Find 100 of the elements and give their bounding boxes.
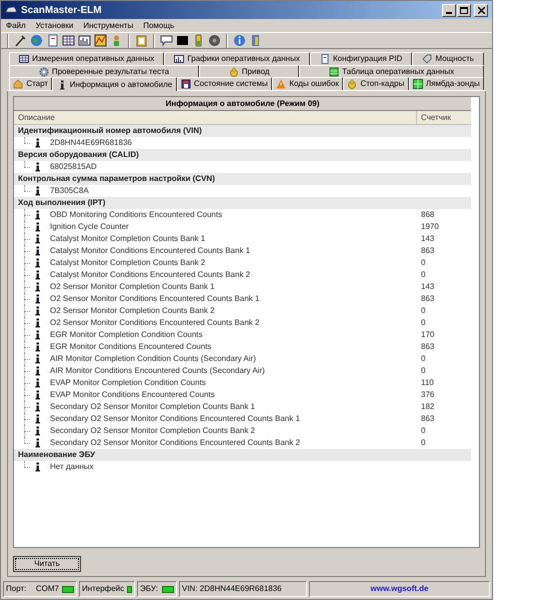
table-cell-text: 68025815AD — [49, 161, 98, 173]
table-cell-text: O2 Sensor Monitor Conditions Encountered Counts Bank 2 — [49, 317, 260, 329]
status-text: VIN: 2D8HN44E69R681836 — [182, 583, 282, 595]
tab[interactable]: Таблица оперативных данных — [299, 65, 484, 78]
tab[interactable]: Состояние системы — [176, 77, 272, 90]
table-cell-text: 170 — [420, 329, 434, 341]
terminal-icon[interactable] — [176, 34, 189, 47]
info-icon — [34, 162, 42, 172]
table-cell-text: 863 — [420, 245, 434, 257]
table-cell-text: Нет данных — [49, 461, 95, 473]
table-cell-text: Secondary O2 Sensor Monitor Completion Counts Bank 2 — [49, 425, 256, 437]
close-icon — [478, 6, 484, 14]
info-icon — [34, 138, 42, 148]
info-icon — [34, 354, 42, 364]
info-icon — [34, 462, 42, 472]
table-cell-text: Secondary O2 Sensor Monitor Conditions Encountered Counts Bank 1 — [49, 413, 301, 425]
window-title: ScanMaster-ELM — [21, 4, 103, 18]
table-cell-text: 143 — [420, 281, 434, 293]
menu-item[interactable]: Файл — [6, 20, 26, 32]
table-cell-text: 0 — [420, 365, 426, 377]
tab[interactable]: Графики оперативных данных — [164, 52, 310, 65]
info-icon — [34, 282, 42, 292]
info-icon — [34, 294, 42, 304]
table-cell-text: EVAP Monitor Completion Condition Counts — [49, 377, 207, 389]
maximize-button[interactable] — [457, 4, 471, 16]
table-cell-text: 0 — [420, 305, 426, 317]
tab[interactable]: Информация о автомобиле — [52, 77, 177, 91]
table-cell-text: 0 — [420, 269, 426, 281]
bar-chart-icon[interactable] — [78, 34, 91, 47]
info-icon — [34, 426, 42, 436]
tab[interactable]: Измерения оперативных данных — [9, 52, 164, 65]
tab[interactable]: Мощность — [412, 52, 484, 65]
clipboard-icon[interactable] — [135, 34, 148, 47]
column-header[interactable]: Счетчик — [417, 111, 471, 124]
info-icon — [34, 330, 42, 340]
table-cell-text: 1970 — [420, 221, 439, 233]
info-icon — [34, 366, 42, 376]
tab[interactable]: Привод — [198, 65, 300, 78]
table-cell-text: 0 — [420, 257, 426, 269]
menu-item[interactable]: Помощь — [143, 20, 174, 32]
column-header[interactable]: Описание — [14, 111, 417, 124]
info-icon — [34, 342, 42, 352]
speech-bubble-icon[interactable] — [160, 34, 173, 47]
info-icon — [34, 186, 42, 196]
table-cell-text: OBD Monitoring Conditions Encountered Counts — [49, 209, 224, 221]
table-cell-text: Catalyst Monitor Conditions Encountered Counts Bank 1 — [49, 245, 252, 257]
table-cell-text: AIR Monitor Completion Condition Counts (Secondary Air) — [49, 353, 257, 365]
colored-chart-icon[interactable] — [94, 34, 107, 47]
status-label: Интерфейс — [82, 583, 124, 595]
menu-item[interactable]: Инструменты — [83, 20, 134, 32]
table-cell-text: O2 Sensor Monitor Conditions Encountered Counts Bank 1 — [49, 293, 260, 305]
tab[interactable]: Лямбда-зонды — [408, 77, 484, 90]
info-icon — [34, 210, 42, 220]
info-icon — [34, 438, 42, 448]
table-cell-text: 863 — [420, 293, 434, 305]
table-cell-text: 182 — [420, 401, 434, 413]
info-icon — [34, 222, 42, 232]
tab[interactable]: Проверенные результаты теста — [9, 65, 199, 78]
section-title: Версия оборудования (CALID) — [18, 149, 139, 161]
document-icon[interactable] — [46, 34, 59, 47]
section-title: Ход выполнения (IPT) — [18, 197, 106, 209]
table-cell-text: 863 — [420, 413, 434, 425]
bar-chart-icon — [174, 54, 184, 64]
info-icon[interactable] — [233, 34, 246, 47]
table-cell-text: Catalyst Monitor Conditions Encountered Counts Bank 2 — [49, 269, 252, 281]
info-icon — [34, 258, 42, 268]
table-cell-text: O2 Sensor Monitor Completion Counts Bank 2 — [49, 305, 216, 317]
table-cell-text: 110 — [420, 377, 434, 389]
gear-icon — [38, 67, 49, 77]
tab[interactable]: Стоп-кадры — [343, 77, 409, 90]
exit-door-icon[interactable] — [249, 34, 262, 47]
table-cell-text: EGR Monitor Completion Condition Counts — [49, 329, 204, 341]
table-cell-text: 0 — [420, 353, 426, 365]
read-button[interactable]: Читать — [13, 556, 81, 572]
wrench-icon[interactable] — [14, 34, 27, 47]
dial-icon[interactable] — [208, 34, 221, 47]
table-cell-text: 863 — [420, 341, 434, 353]
status-label: Порт: — [6, 583, 26, 595]
table-cell-text: Catalyst Monitor Completion Counts Bank 2 — [49, 257, 206, 269]
table-cell-text: O2 Sensor Monitor Completion Counts Bank 1 — [49, 281, 216, 293]
table-cell-text: 0 — [420, 437, 426, 449]
tab[interactable]: Коды ошибок — [272, 77, 344, 90]
table-cell-text: Secondary O2 Sensor Monitor Completion Counts Bank 1 — [49, 401, 256, 413]
minimize-button[interactable] — [442, 4, 456, 16]
table-cell-text: Ignition Cycle Counter — [49, 221, 130, 233]
tab[interactable]: Старт — [9, 77, 52, 90]
table-cell-text: AIR Monitor Conditions Encountered Counts (Secondary Air) — [49, 365, 266, 377]
info-icon — [34, 306, 42, 316]
grid-icon — [412, 79, 423, 89]
table-cell-text: 0 — [420, 317, 426, 329]
tab[interactable]: Конфигурация PID — [310, 52, 412, 65]
table-cell-text: EVAP Monitor Conditions Encountered Counts — [49, 389, 216, 401]
table-cell-text: 868 — [420, 209, 434, 221]
maximize-icon — [460, 6, 468, 14]
table-icon — [329, 67, 340, 77]
menu-item[interactable]: Установки — [36, 20, 74, 32]
table-cell-text: 7B305C8A — [49, 185, 90, 197]
info-icon — [34, 318, 42, 328]
close-button[interactable] — [474, 4, 488, 16]
grid-icon[interactable] — [62, 34, 75, 47]
